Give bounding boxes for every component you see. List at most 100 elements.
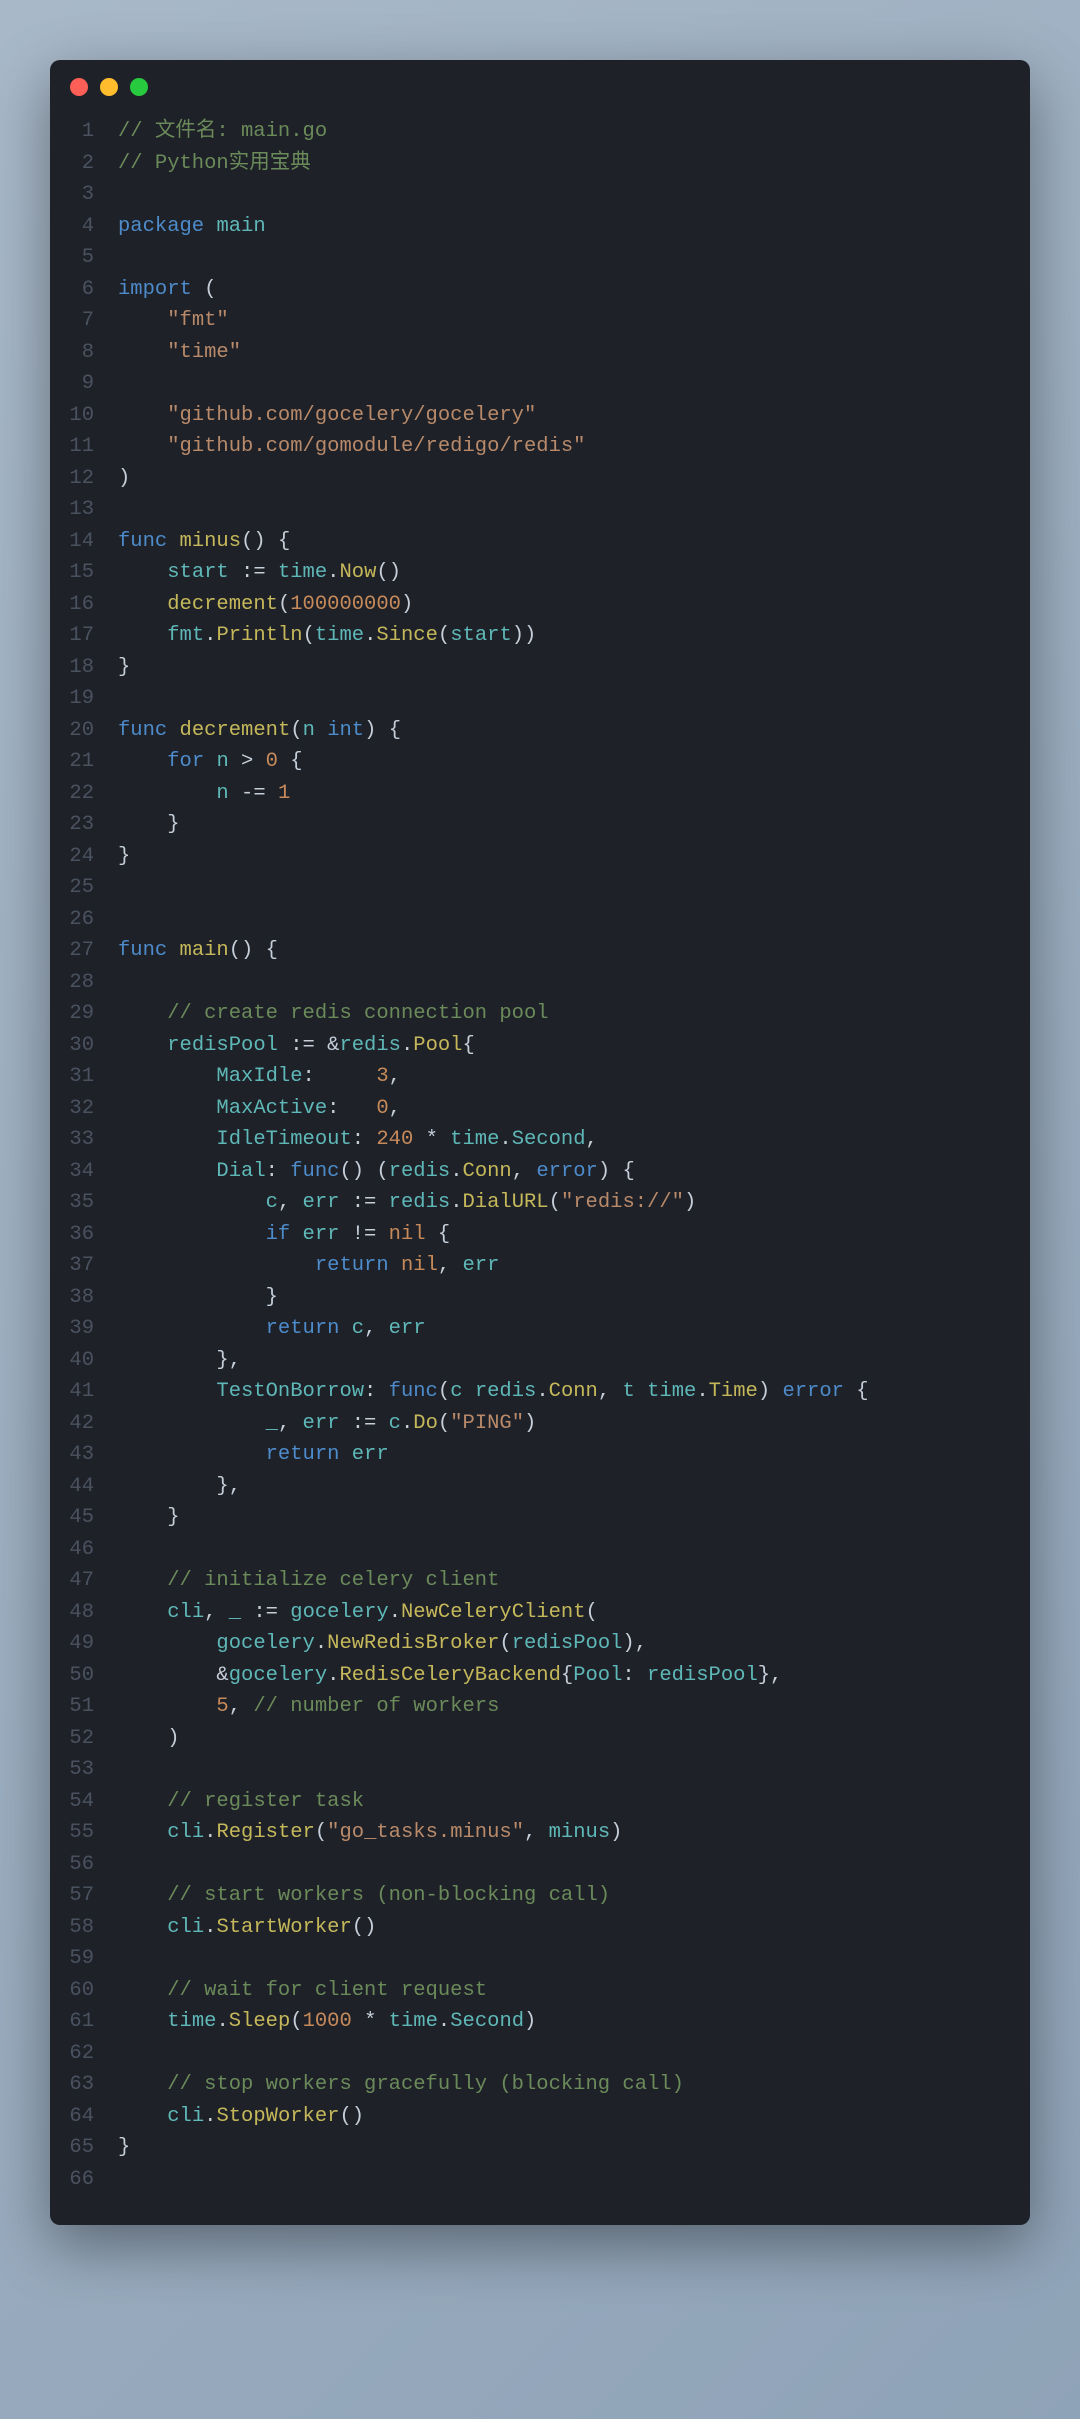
code-content[interactable]: // 文件名: main.go [118,116,1030,148]
code-content[interactable]: for n > 0 { [118,746,1030,778]
code-content[interactable] [118,872,1030,904]
code-editor[interactable]: 1// 文件名: main.go2// Python实用宝典34package … [50,106,1030,2225]
code-line[interactable]: 57 // start workers (non-blocking call) [50,1880,1030,1912]
code-content[interactable]: // Python实用宝典 [118,148,1030,180]
code-line[interactable]: 64 cli.StopWorker() [50,2101,1030,2133]
code-line[interactable]: 48 cli, _ := gocelery.NewCeleryClient( [50,1597,1030,1629]
code-content[interactable]: cli.Register("go_tasks.minus", minus) [118,1817,1030,1849]
code-line[interactable]: 6import ( [50,274,1030,306]
code-content[interactable] [118,904,1030,936]
code-line[interactable]: 11 "github.com/gomodule/redigo/redis" [50,431,1030,463]
code-line[interactable]: 23 } [50,809,1030,841]
code-content[interactable]: cli.StopWorker() [118,2101,1030,2133]
code-content[interactable]: return nil, err [118,1250,1030,1282]
code-content[interactable]: MaxIdle: 3, [118,1061,1030,1093]
code-line[interactable]: 50 &gocelery.RedisCeleryBackend{Pool: re… [50,1660,1030,1692]
window-minimize-dot[interactable] [100,78,118,96]
code-line[interactable]: 59 [50,1943,1030,1975]
code-line[interactable]: 34 Dial: func() (redis.Conn, error) { [50,1156,1030,1188]
code-line[interactable]: 35 c, err := redis.DialURL("redis://") [50,1187,1030,1219]
code-content[interactable]: &gocelery.RedisCeleryBackend{Pool: redis… [118,1660,1030,1692]
code-line[interactable]: 28 [50,967,1030,999]
code-line[interactable]: 38 } [50,1282,1030,1314]
window-close-dot[interactable] [70,78,88,96]
code-line[interactable]: 12) [50,463,1030,495]
code-content[interactable]: TestOnBorrow: func(c redis.Conn, t time.… [118,1376,1030,1408]
code-content[interactable]: start := time.Now() [118,557,1030,589]
code-content[interactable]: "github.com/gocelery/gocelery" [118,400,1030,432]
code-line[interactable]: 1// 文件名: main.go [50,116,1030,148]
code-line[interactable]: 29 // create redis connection pool [50,998,1030,1030]
code-content[interactable] [118,242,1030,274]
code-content[interactable] [118,683,1030,715]
code-line[interactable]: 15 start := time.Now() [50,557,1030,589]
code-line[interactable]: 41 TestOnBorrow: func(c redis.Conn, t ti… [50,1376,1030,1408]
code-line[interactable]: 45 } [50,1502,1030,1534]
code-content[interactable]: cli.StartWorker() [118,1912,1030,1944]
code-line[interactable]: 16 decrement(100000000) [50,589,1030,621]
code-line[interactable]: 63 // stop workers gracefully (blocking … [50,2069,1030,2101]
code-content[interactable]: MaxActive: 0, [118,1093,1030,1125]
code-line[interactable]: 24} [50,841,1030,873]
code-line[interactable]: 27func main() { [50,935,1030,967]
code-content[interactable]: // stop workers gracefully (blocking cal… [118,2069,1030,2101]
code-line[interactable]: 14func minus() { [50,526,1030,558]
code-content[interactable]: IdleTimeout: 240 * time.Second, [118,1124,1030,1156]
code-content[interactable]: import ( [118,274,1030,306]
code-content[interactable]: } [118,1502,1030,1534]
code-content[interactable]: package main [118,211,1030,243]
code-content[interactable]: // initialize celery client [118,1565,1030,1597]
code-content[interactable]: gocelery.NewRedisBroker(redisPool), [118,1628,1030,1660]
code-content[interactable] [118,967,1030,999]
code-line[interactable]: 3 [50,179,1030,211]
code-content[interactable]: }, [118,1345,1030,1377]
code-content[interactable]: }, [118,1471,1030,1503]
code-line[interactable]: 53 [50,1754,1030,1786]
code-line[interactable]: 61 time.Sleep(1000 * time.Second) [50,2006,1030,2038]
code-line[interactable]: 44 }, [50,1471,1030,1503]
code-content[interactable]: func minus() { [118,526,1030,558]
code-line[interactable]: 26 [50,904,1030,936]
code-line[interactable]: 62 [50,2038,1030,2070]
code-content[interactable]: } [118,809,1030,841]
code-line[interactable]: 10 "github.com/gocelery/gocelery" [50,400,1030,432]
code-content[interactable]: "time" [118,337,1030,369]
window-zoom-dot[interactable] [130,78,148,96]
code-line[interactable]: 47 // initialize celery client [50,1565,1030,1597]
code-line[interactable]: 22 n -= 1 [50,778,1030,810]
code-content[interactable]: 5, // number of workers [118,1691,1030,1723]
code-content[interactable] [118,2038,1030,2070]
code-content[interactable]: } [118,841,1030,873]
code-content[interactable]: // register task [118,1786,1030,1818]
code-content[interactable]: return c, err [118,1313,1030,1345]
code-line[interactable]: 33 IdleTimeout: 240 * time.Second, [50,1124,1030,1156]
code-line[interactable]: 43 return err [50,1439,1030,1471]
code-content[interactable]: // wait for client request [118,1975,1030,2007]
code-content[interactable] [118,2164,1030,2196]
code-line[interactable]: 60 // wait for client request [50,1975,1030,2007]
code-line[interactable]: 8 "time" [50,337,1030,369]
code-line[interactable]: 56 [50,1849,1030,1881]
code-line[interactable]: 39 return c, err [50,1313,1030,1345]
code-line[interactable]: 32 MaxActive: 0, [50,1093,1030,1125]
code-line[interactable]: 9 [50,368,1030,400]
code-content[interactable]: "github.com/gomodule/redigo/redis" [118,431,1030,463]
code-content[interactable] [118,1534,1030,1566]
code-line[interactable]: 17 fmt.Println(time.Since(start)) [50,620,1030,652]
code-content[interactable]: decrement(100000000) [118,589,1030,621]
code-content[interactable]: } [118,1282,1030,1314]
code-content[interactable] [118,494,1030,526]
code-content[interactable]: _, err := c.Do("PING") [118,1408,1030,1440]
code-content[interactable]: // create redis connection pool [118,998,1030,1030]
code-line[interactable]: 25 [50,872,1030,904]
code-content[interactable]: Dial: func() (redis.Conn, error) { [118,1156,1030,1188]
code-content[interactable]: if err != nil { [118,1219,1030,1251]
code-content[interactable] [118,1849,1030,1881]
code-line[interactable]: 46 [50,1534,1030,1566]
code-content[interactable]: cli, _ := gocelery.NewCeleryClient( [118,1597,1030,1629]
code-line[interactable]: 2// Python实用宝典 [50,148,1030,180]
code-line[interactable]: 20func decrement(n int) { [50,715,1030,747]
code-content[interactable]: n -= 1 [118,778,1030,810]
code-content[interactable]: "fmt" [118,305,1030,337]
code-line[interactable]: 37 return nil, err [50,1250,1030,1282]
